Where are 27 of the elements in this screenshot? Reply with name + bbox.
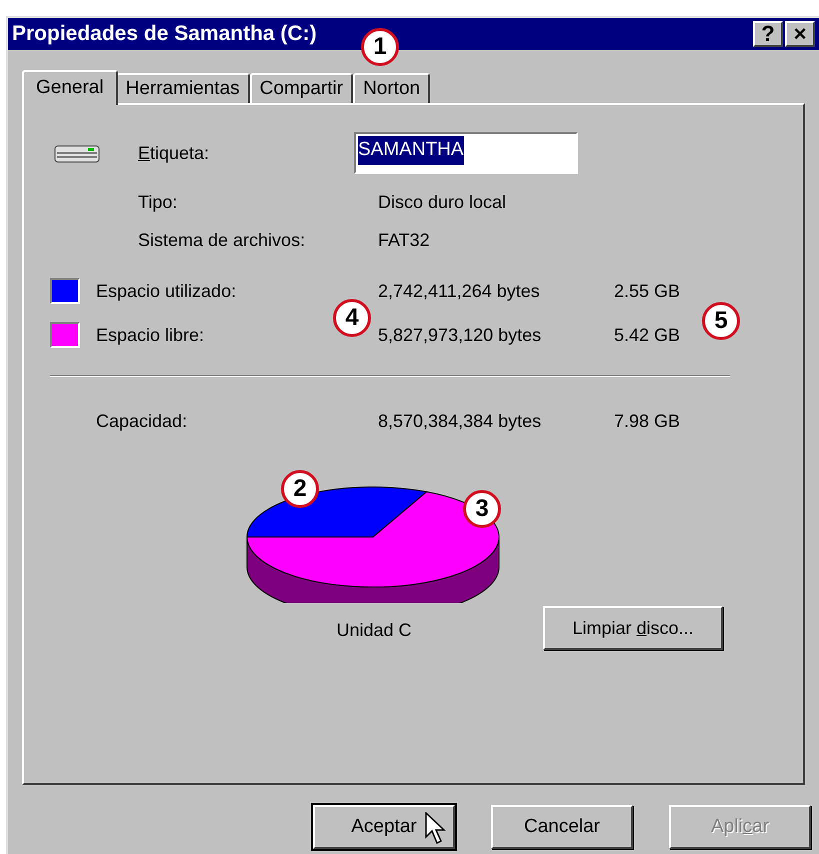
- info-label: Sistema de archivos:: [138, 228, 306, 252]
- tab[interactable]: Norton: [353, 73, 430, 103]
- info-value: Disco duro local: [378, 190, 506, 214]
- space-bytes: 5,827,973,120 bytes: [378, 324, 542, 347]
- window-title: Propiedades de Samantha (C:): [12, 21, 317, 48]
- info-value: FAT32: [378, 228, 430, 252]
- label-field[interactable]: SAMANTHA: [354, 132, 578, 174]
- space-label: Espacio libre:: [96, 324, 206, 347]
- capacity-label: Capacidad:: [96, 410, 188, 433]
- space-label: Espacio utilizado:: [96, 280, 238, 303]
- dialog-button[interactable]: Cancelar: [491, 805, 633, 849]
- space-size: 5.42 GB: [614, 324, 680, 346]
- mouse-pointer-icon: [425, 812, 447, 846]
- tab[interactable]: Compartir: [250, 73, 354, 103]
- space-size: 2.55 GB: [614, 280, 680, 302]
- tab[interactable]: Herramientas: [116, 73, 250, 103]
- field-label: Etiqueta:: [138, 142, 210, 165]
- space-bytes: 2,742,411,264 bytes: [378, 280, 541, 303]
- cleanup-button[interactable]: Limpiar disco...: [543, 606, 723, 650]
- capacity-size: 7.98 GB: [614, 410, 680, 432]
- help-button[interactable]: ?: [753, 21, 783, 47]
- close-button[interactable]: ×: [785, 21, 815, 47]
- capacity-bytes: 8,570,384,384 bytes: [378, 410, 542, 433]
- info-label: Tipo:: [138, 190, 178, 214]
- tab[interactable]: General: [22, 70, 118, 105]
- chart-caption: Unidad C: [336, 619, 412, 642]
- dialog-button[interactable]: Aceptar: [313, 805, 455, 849]
